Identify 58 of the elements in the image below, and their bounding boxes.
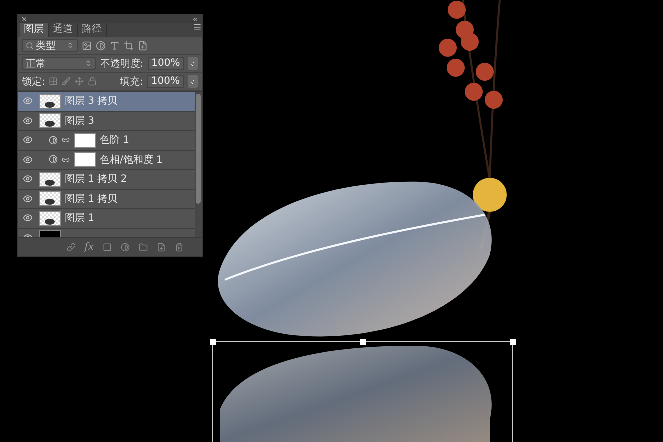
layer-name: 色相/饱和度 1 <box>100 154 163 167</box>
layer-name: 图层 1 <box>65 212 95 226</box>
text-icon[interactable] <box>110 40 120 50</box>
blend-mode-dropdown[interactable]: 正常 <box>22 57 96 70</box>
eye-icon[interactable] <box>23 154 33 165</box>
layer-name: 色阶 1 <box>100 134 130 148</box>
panel-tab[interactable]: 图层 <box>20 23 49 37</box>
opacity-dropdown[interactable] <box>188 57 198 70</box>
updown-icon[interactable] <box>85 60 92 67</box>
search-icon[interactable] <box>26 42 34 50</box>
chain-icon[interactable] <box>62 136 70 144</box>
half-circle-icon[interactable] <box>49 136 58 145</box>
mask-thumbnail <box>74 152 96 168</box>
crop-icon[interactable] <box>124 40 134 50</box>
transform-box[interactable] <box>210 339 516 442</box>
layer-row[interactable]: 图层 3 <box>18 112 195 131</box>
updown-icon[interactable] <box>67 42 74 49</box>
layer-row[interactable]: 图层 3 拷贝 <box>18 92 195 112</box>
close-icon[interactable] <box>21 16 28 22</box>
image-icon[interactable] <box>82 40 92 50</box>
layer-name: 图层 3 <box>65 114 95 128</box>
fill-label: 填充: <box>120 76 144 88</box>
mask-icon[interactable] <box>103 242 112 252</box>
scrollbar[interactable] <box>195 92 202 237</box>
checker-icon[interactable] <box>49 77 58 86</box>
eye-icon[interactable] <box>23 174 33 184</box>
eye-icon[interactable] <box>23 194 33 204</box>
layer-row[interactable]: 色相/饱和度 1 <box>18 150 195 170</box>
layer-row[interactable]: 图层 1 拷贝 <box>18 190 195 209</box>
eye-icon[interactable] <box>23 135 33 146</box>
layer-row[interactable]: 图层 1 拷贝 2 <box>18 170 195 190</box>
lock-label: 锁定: <box>22 76 46 88</box>
half-circle-icon[interactable] <box>49 155 58 164</box>
half-circle-icon[interactable] <box>96 40 106 50</box>
collapse-icon[interactable] <box>192 16 199 22</box>
half-circle-icon[interactable] <box>121 242 130 252</box>
layer-name: 图层 1 拷贝 <box>65 192 118 206</box>
eye-icon[interactable] <box>23 96 33 106</box>
layer-row[interactable]: 图层 1 <box>18 209 195 228</box>
folder-icon[interactable] <box>139 242 148 252</box>
eye-icon[interactable] <box>23 116 33 126</box>
filter-dropdown[interactable]: 类型 <box>22 39 78 52</box>
fill-dropdown[interactable] <box>188 75 198 88</box>
opacity-field[interactable]: 100% <box>148 57 184 70</box>
layer-name: 图层 3 拷贝 <box>65 95 118 108</box>
chain-icon[interactable] <box>62 156 70 164</box>
new-layer-icon[interactable] <box>157 242 166 252</box>
mask-thumbnail <box>74 132 96 148</box>
link-icon[interactable] <box>66 242 76 252</box>
layer-name: 图层 1 拷贝 2 <box>65 173 128 186</box>
fill-field[interactable]: 100% <box>147 75 184 88</box>
document-icon[interactable] <box>138 40 148 50</box>
menu-icon[interactable] <box>193 23 202 32</box>
effects-label[interactable]: fx <box>84 242 94 252</box>
layer-row[interactable]: 色阶 1 <box>18 131 195 150</box>
eye-icon[interactable] <box>23 213 33 224</box>
trash-icon[interactable] <box>175 242 184 252</box>
opacity-label: 不透明度: <box>100 58 144 70</box>
